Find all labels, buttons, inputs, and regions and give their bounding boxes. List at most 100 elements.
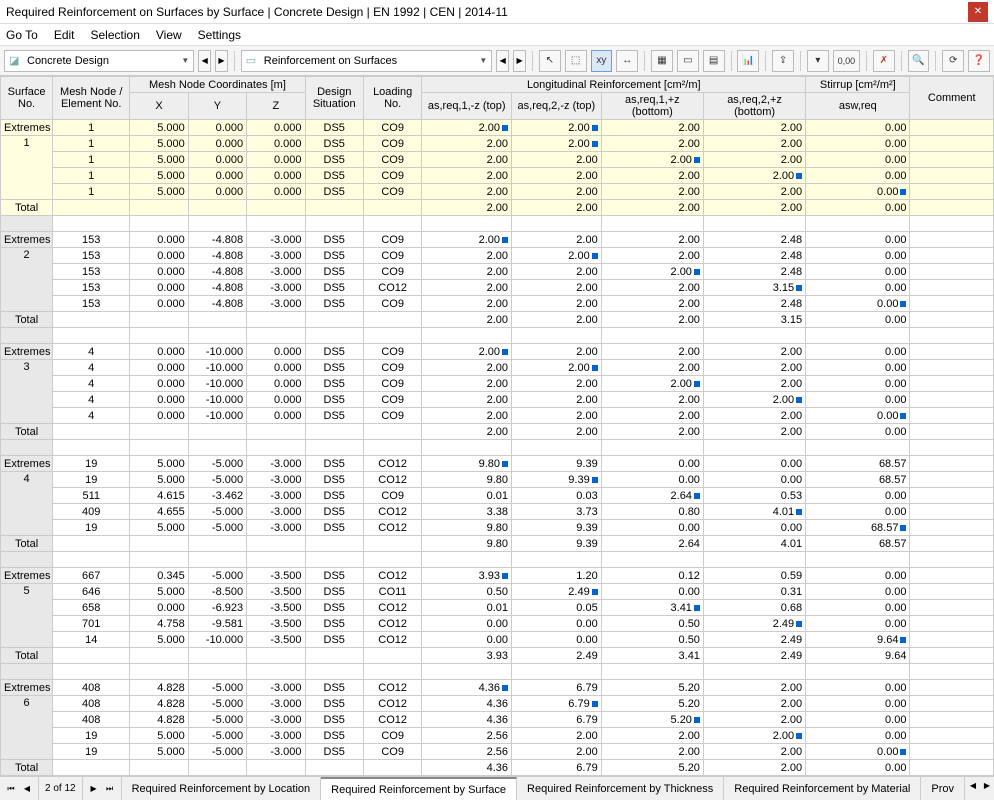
tool-help[interactable]: ❓	[968, 50, 990, 72]
cell-node[interactable]: 701	[53, 616, 130, 632]
cell-ds[interactable]: DS5	[305, 264, 363, 280]
cell-node[interactable]: 1	[53, 120, 130, 136]
cell-node[interactable]: 408	[53, 712, 130, 728]
cell-stir[interactable]: 0.00	[806, 264, 910, 280]
cell-ds[interactable]: DS5	[305, 232, 363, 248]
cell-node[interactable]: 4	[53, 360, 130, 376]
cell-r3[interactable]: 0.50	[601, 616, 703, 632]
cell-stir[interactable]: 0.00	[806, 344, 910, 360]
cell-comment[interactable]	[910, 728, 994, 744]
col-stirrup[interactable]: Stirrup [cm²/m²]	[806, 77, 910, 93]
cell-r2[interactable]: 2.00	[512, 376, 602, 392]
cell-r3[interactable]: 2.00	[601, 376, 703, 392]
cell-x[interactable]: 5.000	[130, 632, 188, 648]
cell-z[interactable]: -3.000	[247, 232, 305, 248]
col-node[interactable]: Mesh Node / Element No.	[53, 77, 130, 120]
col-situation[interactable]: Design Situation	[305, 77, 363, 120]
cell-ds[interactable]: DS5	[305, 696, 363, 712]
cell-r4[interactable]: 0.68	[703, 600, 805, 616]
cell-r4[interactable]: 3.15	[703, 280, 805, 296]
tool-table[interactable]: ▦	[651, 50, 673, 72]
cell-r1[interactable]: 0.50	[422, 584, 512, 600]
cell-r3[interactable]: 2.00	[601, 120, 703, 136]
cell-comment[interactable]	[910, 344, 994, 360]
cell-x[interactable]: 0.000	[130, 296, 188, 312]
cell-stir[interactable]: 0.00	[806, 616, 910, 632]
cell-x[interactable]: 5.000	[130, 728, 188, 744]
cell-r2[interactable]: 2.00	[512, 296, 602, 312]
cell-stir[interactable]: 0.00	[806, 488, 910, 504]
cell-r4[interactable]: 2.00	[703, 728, 805, 744]
cell-ds[interactable]: DS5	[305, 712, 363, 728]
cell-lo[interactable]: CO9	[363, 152, 421, 168]
cell-z[interactable]: -3.000	[247, 248, 305, 264]
cell-z[interactable]: -3.000	[247, 296, 305, 312]
cell-stir[interactable]: 0.00	[806, 360, 910, 376]
tool-select-window[interactable]: ⬚	[565, 50, 587, 72]
cell-r1[interactable]: 2.00	[422, 344, 512, 360]
cell-r4[interactable]: 0.00	[703, 456, 805, 472]
cell-comment[interactable]	[910, 632, 994, 648]
cell-r4[interactable]: 2.00	[703, 680, 805, 696]
cell-r3[interactable]: 2.00	[601, 360, 703, 376]
cell-comment[interactable]	[910, 488, 994, 504]
cell-lo[interactable]: CO12	[363, 280, 421, 296]
cell-z[interactable]: -3.000	[247, 264, 305, 280]
cell-stir[interactable]: 0.00	[806, 232, 910, 248]
cell-r2[interactable]: 6.79	[512, 696, 602, 712]
cell-y[interactable]: 0.000	[188, 152, 246, 168]
cell-ds[interactable]: DS5	[305, 280, 363, 296]
cell-r2[interactable]: 0.05	[512, 600, 602, 616]
cell-x[interactable]: 5.000	[130, 472, 188, 488]
cell-stir[interactable]: 0.00	[806, 376, 910, 392]
cell-ds[interactable]: DS5	[305, 344, 363, 360]
cell-r3[interactable]: 0.00	[601, 584, 703, 600]
cell-ds[interactable]: DS5	[305, 728, 363, 744]
cell-y[interactable]: -4.808	[188, 264, 246, 280]
cell-stir[interactable]: 0.00	[806, 712, 910, 728]
cell-r1[interactable]: 4.36	[422, 680, 512, 696]
col-x[interactable]: X	[130, 93, 188, 120]
cell-y[interactable]: -5.000	[188, 680, 246, 696]
tab-scroll-left[interactable]: ◀	[966, 777, 980, 793]
cell-r2[interactable]: 2.00	[512, 168, 602, 184]
cell-r2[interactable]: 0.00	[512, 616, 602, 632]
page-next[interactable]: ▶	[87, 781, 101, 797]
cell-r3[interactable]: 2.00	[601, 344, 703, 360]
cell-stir[interactable]: 0.00	[806, 568, 910, 584]
col-coordinates[interactable]: Mesh Node Coordinates [m]	[130, 77, 305, 93]
menu-selection[interactable]: Selection	[91, 28, 140, 42]
cell-x[interactable]: 0.000	[130, 232, 188, 248]
cell-ds[interactable]: DS5	[305, 248, 363, 264]
cell-ds[interactable]: DS5	[305, 168, 363, 184]
tab-by-thickness[interactable]: Required Reinforcement by Thickness	[517, 777, 724, 800]
cell-r4[interactable]: 2.48	[703, 264, 805, 280]
cell-stir[interactable]: 9.64	[806, 632, 910, 648]
cell-z[interactable]: 0.000	[247, 344, 305, 360]
tab-scroll-right[interactable]: ▶	[980, 777, 994, 793]
cell-r2[interactable]: 2.00	[512, 728, 602, 744]
cell-node[interactable]: 153	[53, 280, 130, 296]
cell-r2[interactable]: 2.00	[512, 136, 602, 152]
cell-comment[interactable]	[910, 264, 994, 280]
cell-lo[interactable]: CO9	[363, 232, 421, 248]
cell-stir[interactable]: 0.00	[806, 584, 910, 600]
cell-comment[interactable]	[910, 504, 994, 520]
cell-y[interactable]: 0.000	[188, 184, 246, 200]
cell-r3[interactable]: 2.00	[601, 136, 703, 152]
tool-dimension[interactable]: ↔	[616, 50, 638, 72]
cell-lo[interactable]: CO12	[363, 712, 421, 728]
cell-node[interactable]: 4	[53, 408, 130, 424]
cell-r3[interactable]: 2.00	[601, 280, 703, 296]
cell-node[interactable]: 19	[53, 728, 130, 744]
cell-r4[interactable]: 2.00	[703, 344, 805, 360]
cell-comment[interactable]	[910, 296, 994, 312]
cell-ds[interactable]: DS5	[305, 584, 363, 600]
cell-r2[interactable]: 0.03	[512, 488, 602, 504]
cell-stir[interactable]: 0.00	[806, 696, 910, 712]
cell-z[interactable]: -3.000	[247, 728, 305, 744]
cell-y[interactable]: -4.808	[188, 248, 246, 264]
cell-lo[interactable]: CO9	[363, 184, 421, 200]
cell-lo[interactable]: CO12	[363, 696, 421, 712]
cell-lo[interactable]: CO9	[363, 120, 421, 136]
